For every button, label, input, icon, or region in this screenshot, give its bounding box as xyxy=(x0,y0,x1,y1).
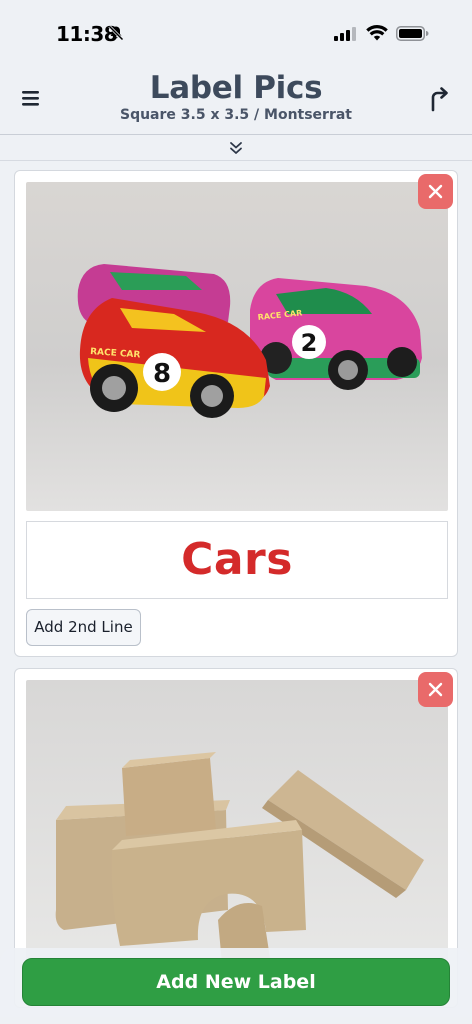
label-text-box[interactable]: Cars xyxy=(26,521,448,599)
cellular-signal-icon xyxy=(334,27,356,41)
bottom-action-bar: Add New Label xyxy=(0,948,472,1024)
app-title: Label Pics xyxy=(149,70,323,106)
status-bar: 11:38 xyxy=(0,0,472,64)
collapse-strip[interactable] xyxy=(0,135,472,161)
car-number-2: 2 xyxy=(301,329,318,357)
battery-icon xyxy=(396,26,429,41)
remove-card-button[interactable] xyxy=(418,174,453,209)
close-icon xyxy=(428,184,443,199)
label-photo-race-cars[interactable]: 2 RACE CAR 8 RACE CAR xyxy=(26,182,448,511)
add-new-label-button[interactable]: Add New Label xyxy=(22,958,450,1006)
share-arrow-icon[interactable] xyxy=(427,86,453,112)
label-card: 2 RACE CAR 8 RACE CAR Cars Add 2nd Line xyxy=(14,170,458,657)
double-chevron-down-icon[interactable] xyxy=(228,140,244,156)
add-2nd-line-button[interactable]: Add 2nd Line xyxy=(26,609,141,646)
car-number-8: 8 xyxy=(153,359,171,389)
wifi-icon xyxy=(366,25,388,41)
label-text[interactable]: Cars xyxy=(27,534,447,585)
close-icon xyxy=(428,682,443,697)
app-subtitle[interactable]: Square 3.5 x 3.5 / Montserrat xyxy=(0,107,472,123)
remove-card-button[interactable] xyxy=(418,672,453,707)
app-header: Label Pics Square 3.5 x 3.5 / Montserrat xyxy=(0,64,472,135)
bell-muted-icon xyxy=(108,25,124,41)
